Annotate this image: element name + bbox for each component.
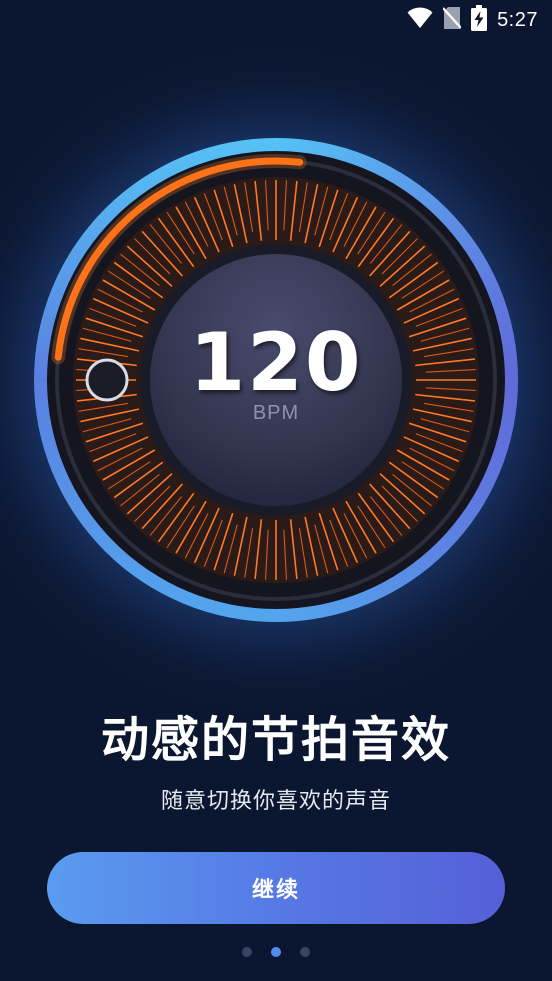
continue-label: 继续 — [251, 878, 300, 903]
page-indicator — [0, 946, 552, 958]
page-dot[interactable] — [300, 947, 310, 957]
onboarding-title: 动感的节拍音效 — [100, 712, 451, 768]
page-dot[interactable] — [242, 947, 252, 957]
dial-knob[interactable] — [85, 358, 129, 402]
page-dot[interactable] — [271, 947, 281, 957]
bpm-value: 120 — [189, 316, 363, 409]
tempo-dial: 120 BPM — [0, 0, 552, 700]
continue-button[interactable]: 继续 — [47, 852, 505, 924]
bpm-unit: BPM — [252, 402, 300, 424]
onboarding-subtitle: 随意切换你喜欢的声音 — [160, 789, 391, 814]
